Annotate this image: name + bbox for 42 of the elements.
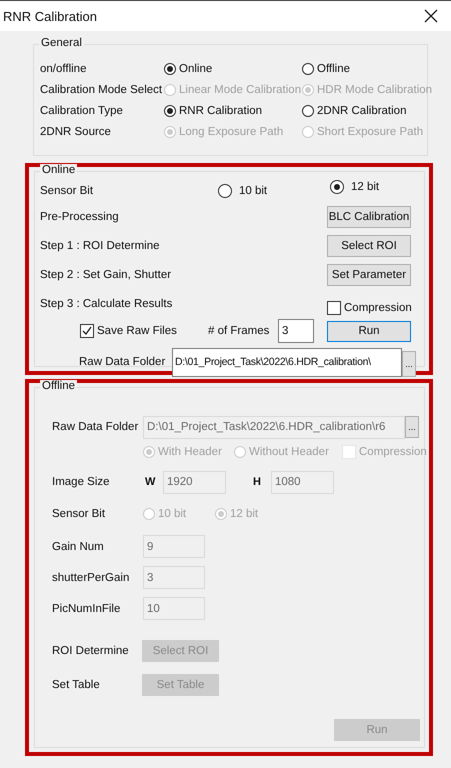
radio-option[interactable]: 2DNR Calibration bbox=[302, 104, 406, 116]
step-button[interactable]: Set Parameter bbox=[327, 264, 411, 286]
field-label: 2DNR Source bbox=[39, 126, 112, 138]
field-label: Sensor Bit bbox=[39, 185, 94, 197]
field-label: Raw Data Folder bbox=[52, 421, 138, 433]
frames-input[interactable]: 3 bbox=[278, 319, 314, 343]
field-label: # of Frames bbox=[208, 325, 270, 337]
step-button[interactable]: BLC Calibration bbox=[327, 206, 411, 228]
step-label: Pre-Processing bbox=[39, 210, 119, 222]
check-icon bbox=[81, 325, 93, 337]
radio-option[interactable]: Offline bbox=[302, 62, 350, 74]
close-icon bbox=[424, 9, 438, 23]
group-legend: Online bbox=[40, 164, 78, 176]
field-label: Set Table bbox=[52, 679, 100, 691]
step-label: Step 1 : ROI Determine bbox=[39, 240, 160, 252]
field-label: Image Size bbox=[52, 476, 110, 488]
field-label: Calibration Type bbox=[39, 104, 124, 116]
radio-option[interactable]: 12 bit bbox=[330, 180, 380, 194]
field-label: ROI Determine bbox=[52, 645, 129, 657]
radio-option[interactable]: 10 bit bbox=[218, 184, 268, 198]
field-label: Gain Num bbox=[52, 540, 104, 552]
radio-option[interactable]: RNR Calibration bbox=[164, 104, 262, 116]
window-title: RNR Calibration bbox=[3, 8, 97, 24]
step-button[interactable]: Select ROI bbox=[327, 234, 411, 256]
group-legend: Offline bbox=[40, 380, 78, 392]
width-label: W bbox=[145, 476, 156, 488]
step-label: Step 3 : Calculate Results bbox=[39, 298, 172, 310]
radio-option[interactable]: Online bbox=[164, 62, 212, 74]
checkbox-option[interactable]: Save Raw Files bbox=[80, 324, 177, 338]
group-legend: General bbox=[39, 37, 84, 49]
field-label: Sensor Bit bbox=[52, 508, 106, 520]
step-label: Step 2 : Set Gain, Shutter bbox=[39, 268, 172, 280]
browse-button[interactable]: ... bbox=[402, 351, 416, 377]
height-label: H bbox=[253, 476, 261, 488]
field-label: Raw Data Folder bbox=[79, 356, 166, 368]
run-button[interactable]: Run bbox=[327, 320, 411, 342]
field-label: on/offline bbox=[39, 62, 88, 74]
folder-path-input[interactable]: D:\01_Project_Task\2022\6.HDR_calibration\ bbox=[172, 348, 402, 376]
checkbox-option[interactable]: Compression bbox=[327, 301, 412, 315]
field-label: PicNumInFile bbox=[52, 602, 120, 614]
field-label: shutterPerGain bbox=[52, 572, 130, 584]
field-label: Calibration Mode Select bbox=[39, 84, 164, 96]
